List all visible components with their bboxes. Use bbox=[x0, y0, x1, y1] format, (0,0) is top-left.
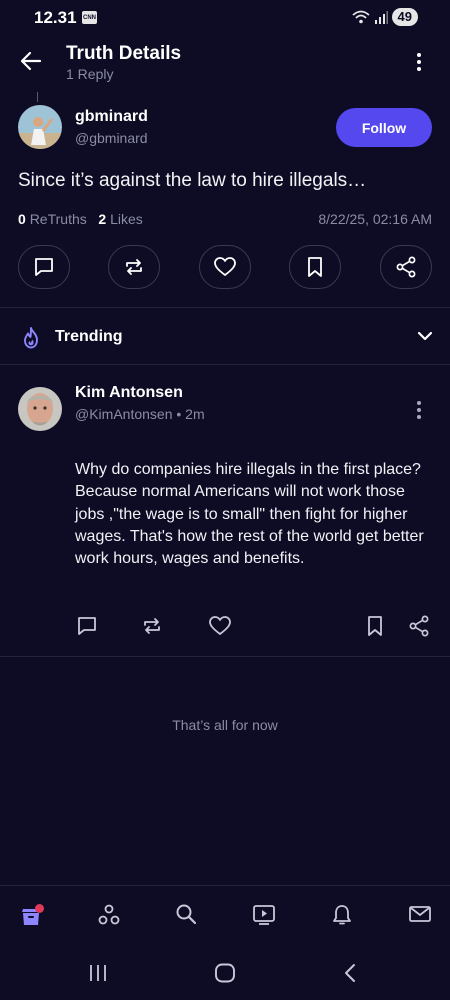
likes-count: 2 bbox=[98, 211, 107, 227]
post-text: Since it’s against the law to hire illeg… bbox=[18, 170, 367, 191]
share-icon bbox=[396, 256, 416, 278]
thread-connector-line bbox=[37, 92, 38, 102]
reply-share-button[interactable] bbox=[408, 615, 430, 637]
messages-icon[interactable] bbox=[408, 903, 432, 925]
retruths-count: 0 bbox=[18, 211, 26, 227]
home-button-icon[interactable] bbox=[214, 963, 236, 983]
groups-icon[interactable] bbox=[97, 903, 121, 927]
avatar[interactable] bbox=[18, 105, 62, 149]
divider bbox=[0, 364, 450, 365]
reply-icon bbox=[35, 258, 53, 276]
recent-apps-icon[interactable] bbox=[88, 963, 108, 983]
home-notification-dot bbox=[35, 904, 44, 913]
back-arrow-icon[interactable] bbox=[20, 51, 42, 71]
reply-text: Why do companies hire illegals in the fi… bbox=[75, 461, 424, 568]
reply-count: 1 Reply bbox=[66, 66, 114, 82]
reply-icon bbox=[78, 617, 96, 635]
status-time: 12.31 bbox=[34, 8, 77, 27]
like-button[interactable] bbox=[199, 245, 251, 289]
divider bbox=[0, 307, 450, 308]
bookmark-icon bbox=[308, 257, 322, 277]
divider bbox=[0, 656, 450, 657]
reply-retruth-button[interactable] bbox=[141, 615, 163, 637]
page-title: Truth Details bbox=[66, 43, 182, 64]
reply-meta: @KimAntonsen • 2m bbox=[75, 406, 205, 422]
post-date: 8/22/25, 02:16 AM bbox=[318, 211, 432, 227]
trending-label[interactable]: Trending bbox=[55, 328, 123, 346]
reply-button[interactable] bbox=[18, 245, 70, 289]
back-nav-icon[interactable] bbox=[342, 963, 358, 983]
cnn-notification-icon: CNN bbox=[82, 11, 97, 24]
bookmark-button[interactable] bbox=[289, 245, 341, 289]
retruth-icon bbox=[126, 259, 142, 275]
more-options-icon[interactable] bbox=[409, 52, 429, 72]
trending-flame-icon bbox=[20, 326, 42, 350]
avatar[interactable] bbox=[18, 387, 62, 431]
divider bbox=[0, 885, 450, 886]
signal-icon bbox=[374, 10, 388, 24]
video-icon[interactable] bbox=[252, 903, 276, 925]
share-button[interactable] bbox=[380, 245, 432, 289]
reply-author-handle[interactable]: @KimAntonsen bbox=[75, 406, 172, 422]
chevron-down-icon[interactable] bbox=[417, 330, 433, 342]
retruths-label[interactable]: ReTruths bbox=[30, 211, 87, 227]
reply-more-options-icon[interactable] bbox=[410, 400, 428, 420]
reply-like-button[interactable] bbox=[208, 615, 232, 637]
reply-bookmark-button[interactable] bbox=[365, 615, 385, 637]
meta-separator: • bbox=[176, 406, 182, 422]
follow-button[interactable]: Follow bbox=[336, 108, 432, 147]
reply-reply-button[interactable] bbox=[76, 615, 98, 637]
bookmark-icon bbox=[368, 616, 382, 636]
author-name[interactable]: gbminard bbox=[75, 108, 148, 126]
reply-author-name[interactable]: Kim Antonsen bbox=[75, 384, 183, 402]
end-of-feed-message: That’s all for now bbox=[172, 717, 278, 733]
retruth-icon bbox=[144, 618, 160, 634]
like-icon bbox=[209, 616, 231, 635]
share-icon bbox=[409, 615, 429, 637]
likes-label[interactable]: Likes bbox=[110, 211, 143, 227]
status-indicators: 49 bbox=[351, 8, 418, 26]
search-icon[interactable] bbox=[175, 903, 197, 925]
retruth-button[interactable] bbox=[108, 245, 160, 289]
battery-indicator: 49 bbox=[391, 8, 418, 26]
post-stats: 0 ReTruths 2 Likes bbox=[18, 211, 143, 227]
reply-time: 2m bbox=[185, 406, 205, 422]
wifi-icon bbox=[351, 10, 370, 24]
like-icon bbox=[214, 257, 236, 276]
notifications-icon[interactable] bbox=[331, 903, 353, 927]
author-handle[interactable]: @gbminard bbox=[75, 130, 148, 146]
